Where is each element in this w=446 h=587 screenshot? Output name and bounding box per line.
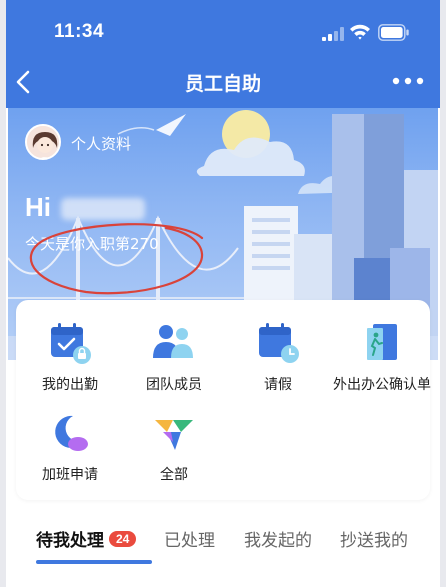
tab-pending[interactable]: 待我处理 24 — [36, 526, 137, 551]
page-title: 员工自助 — [184, 73, 261, 95]
avatar[interactable] — [25, 124, 61, 160]
quick-action-label: 我的出勤 — [42, 377, 98, 393]
tab-label: 待我处理 — [36, 531, 104, 551]
quick-actions-card: 我的出勤 团队成员 请假 外出办公确认单 加班申请 全部 — [16, 300, 432, 500]
pending-count-badge: 24 — [109, 531, 137, 547]
battery-icon — [378, 24, 409, 41]
profile-link[interactable]: 个人资料 — [71, 133, 131, 154]
quick-action-label: 团队成员 — [146, 377, 202, 393]
more-dots-icon[interactable] — [392, 77, 424, 85]
tab-initiated[interactable]: 我发起的 — [244, 526, 312, 551]
attendance-icon — [51, 323, 91, 364]
redacted-name — [61, 198, 145, 220]
annotation-circle — [29, 223, 204, 295]
quick-action-team[interactable]: 团队成员 — [126, 320, 222, 394]
quick-action-attendance[interactable]: 我的出勤 — [22, 320, 118, 394]
signal-icon — [322, 27, 344, 41]
status-time: 11:34 — [54, 21, 105, 42]
top-bar: 11:34 员工自助 — [0, 0, 446, 108]
leave-icon — [259, 323, 299, 363]
all-apps-icon — [155, 420, 193, 450]
team-icon — [153, 325, 193, 358]
quick-action-label: 加班申请 — [42, 467, 98, 483]
outing-icon — [367, 324, 397, 360]
task-tabs: 待我处理 24 已处理 我发起的 抄送我的 — [16, 512, 430, 587]
quick-action-all[interactable]: 全部 — [126, 410, 222, 484]
wifi-icon — [350, 24, 370, 40]
active-tab-indicator — [36, 560, 152, 564]
tab-cc-to-me[interactable]: 抄送我的 — [340, 526, 408, 551]
quick-action-label: 全部 — [160, 467, 188, 483]
quick-action-label: 请假 — [264, 377, 292, 393]
tab-processed[interactable]: 已处理 — [164, 526, 215, 551]
quick-action-outing[interactable]: 外出办公确认单 — [332, 320, 432, 394]
employee-self-service-page: 11:34 员工自助 个人资料 Hi 今天是你入职第270 我的出勤 团队成员 … — [0, 0, 446, 587]
quick-action-label: 外出办公确认单 — [333, 377, 431, 393]
quick-action-overtime[interactable]: 加班申请 — [22, 410, 118, 484]
overtime-icon — [55, 415, 88, 451]
quick-action-leave[interactable]: 请假 — [230, 320, 326, 394]
